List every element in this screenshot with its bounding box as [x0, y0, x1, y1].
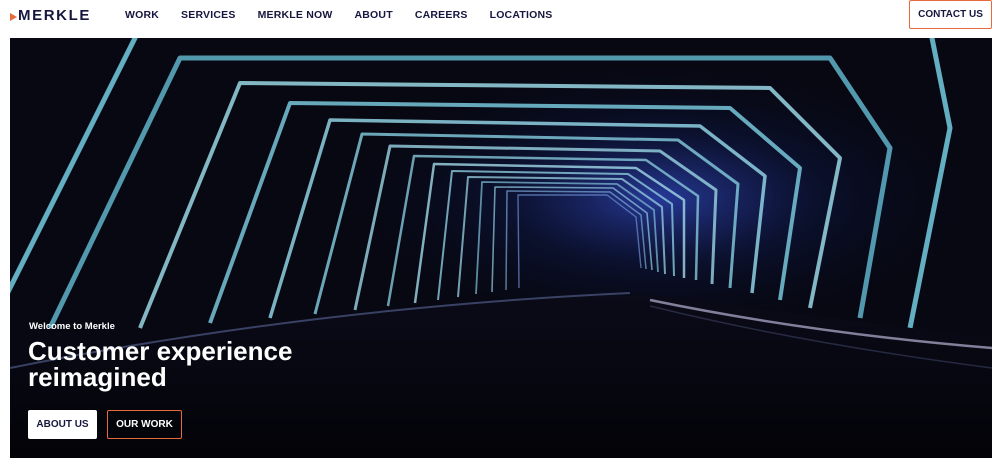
hero-buttons: ABOUT US OUR WORK: [28, 410, 182, 439]
site-header: MERKLE WORK SERVICES MERKLE NOW ABOUT CA…: [0, 0, 1000, 38]
orange-triangle-icon: [10, 12, 17, 21]
hero-title: Customer experience reimagined: [28, 336, 293, 392]
nav-item-services[interactable]: SERVICES: [181, 9, 236, 21]
hero-banner: Welcome to Merkle Customer experience re…: [10, 38, 992, 458]
hero-eyebrow: Welcome to Merkle: [29, 321, 115, 332]
nav-item-about[interactable]: ABOUT: [354, 9, 392, 21]
contact-us-button[interactable]: CONTACT US: [909, 0, 992, 29]
our-work-button[interactable]: OUR WORK: [107, 410, 182, 439]
hero-tunnel-image: [10, 38, 992, 458]
main-nav: WORK SERVICES MERKLE NOW ABOUT CAREERS L…: [125, 9, 574, 21]
nav-item-work[interactable]: WORK: [125, 9, 159, 21]
merkle-logo[interactable]: MERKLE: [10, 6, 91, 24]
nav-item-careers[interactable]: CAREERS: [415, 9, 468, 21]
nav-item-locations[interactable]: LOCATIONS: [490, 9, 553, 21]
logo-text: MERKLE: [18, 6, 91, 24]
about-us-button[interactable]: ABOUT US: [28, 410, 97, 439]
nav-item-merkle-now[interactable]: MERKLE NOW: [258, 9, 333, 21]
